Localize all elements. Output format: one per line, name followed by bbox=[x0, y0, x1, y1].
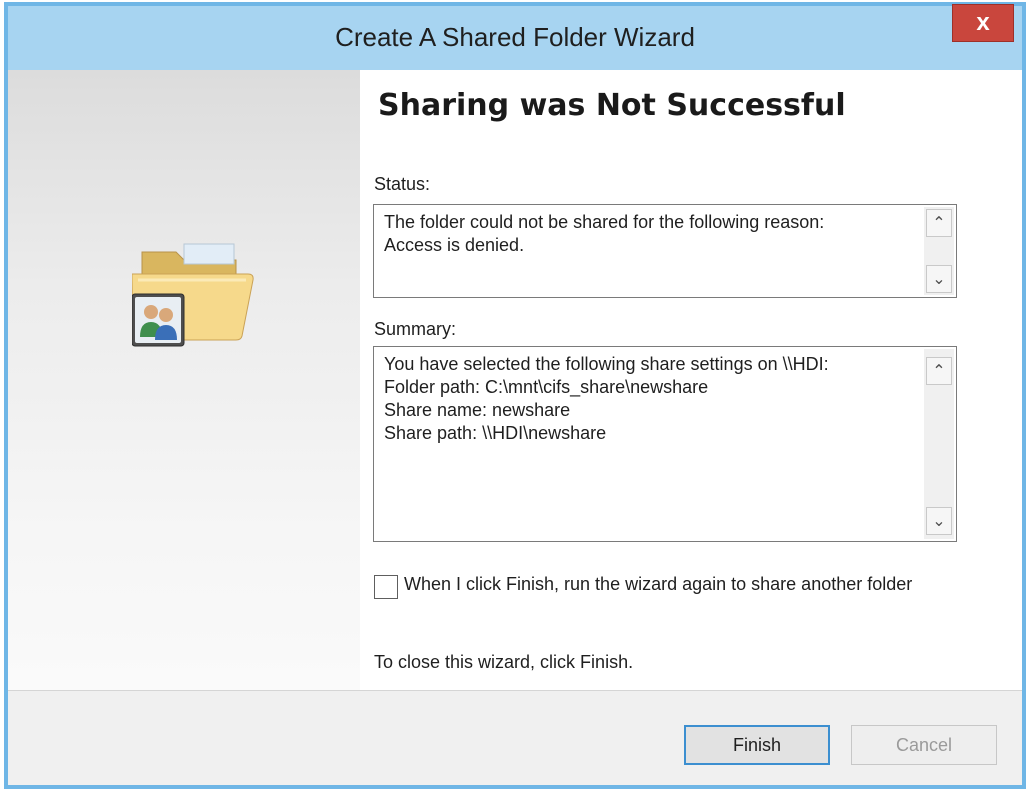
chevron-down-icon[interactable]: ⌄ bbox=[926, 507, 952, 535]
chevron-up-icon[interactable]: ⌃ bbox=[926, 357, 952, 385]
wizard-content: Sharing was Not Successful Status: The f… bbox=[360, 70, 1022, 690]
wizard-side-panel bbox=[8, 70, 360, 690]
title-bar[interactable]: Create A Shared Folder Wizard x bbox=[8, 4, 1022, 70]
wizard-window: Create A Shared Folder Wizard x Sharing … bbox=[4, 2, 1026, 789]
summary-scrollbar[interactable]: ⌃ ⌄ bbox=[924, 349, 954, 539]
window-title: Create A Shared Folder Wizard bbox=[335, 22, 695, 52]
close-icon: x bbox=[976, 9, 990, 36]
run-again-checkbox[interactable] bbox=[374, 575, 398, 599]
summary-text: You have selected the following share se… bbox=[384, 354, 829, 443]
status-scrollbar[interactable]: ⌃ ⌄ bbox=[924, 207, 954, 295]
button-bar: Finish Cancel bbox=[8, 691, 1022, 785]
cancel-button[interactable]: Cancel bbox=[851, 725, 997, 765]
shared-folder-icon bbox=[132, 243, 254, 347]
run-again-label[interactable]: When I click Finish, run the wizard agai… bbox=[404, 572, 964, 596]
close-instruction: To close this wizard, click Finish. bbox=[374, 652, 634, 672]
close-button[interactable]: x bbox=[952, 4, 1014, 42]
finish-button[interactable]: Finish bbox=[684, 725, 830, 765]
summary-textbox[interactable]: You have selected the following share se… bbox=[373, 346, 957, 542]
status-textbox[interactable]: The folder could not be shared for the f… bbox=[373, 204, 957, 298]
status-text: The folder could not be shared for the f… bbox=[384, 212, 825, 255]
status-label: Status: bbox=[374, 174, 431, 194]
page-heading: Sharing was Not Successful bbox=[378, 88, 846, 123]
chevron-down-icon[interactable]: ⌄ bbox=[926, 265, 952, 293]
chevron-up-icon[interactable]: ⌃ bbox=[926, 209, 952, 237]
summary-label: Summary: bbox=[374, 319, 457, 339]
